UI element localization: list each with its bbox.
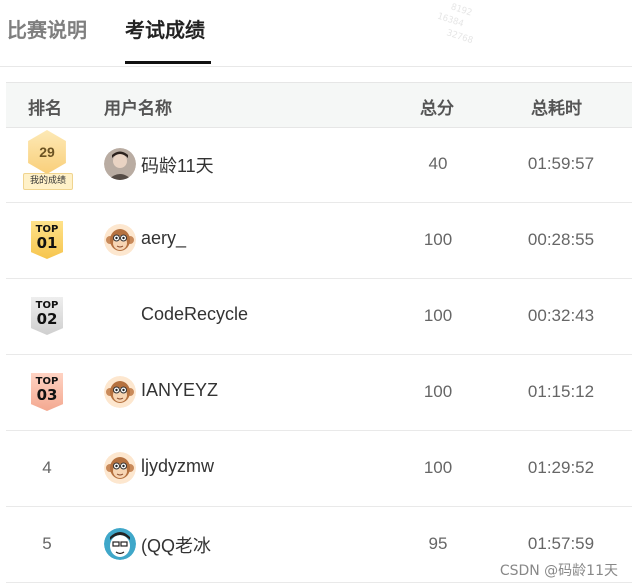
time-value: 01:57:59 xyxy=(527,534,595,553)
table-row: TOP 02 CodeRecycle 100 00:32:43 xyxy=(6,279,632,355)
username-link[interactable]: CodeRecycle xyxy=(141,304,248,325)
table-row: TOP 03 IANYEYZ 100 01:15:12 xyxy=(6,355,632,431)
score-value: 100 xyxy=(423,306,453,325)
header-user: 用户名称 xyxy=(104,99,172,119)
monkey-avatar[interactable] xyxy=(104,452,136,484)
score-value: 100 xyxy=(423,458,453,477)
rank-number: 5 xyxy=(42,534,52,553)
table-row: TOP 01 aery_ 100 00:28:55 xyxy=(6,203,632,279)
username-link[interactable]: IANYEYZ xyxy=(141,380,218,401)
score-value: 100 xyxy=(423,382,453,401)
rank-cell: TOP 03 xyxy=(6,355,88,430)
time-value: 00:28:55 xyxy=(527,230,595,249)
badge-number: 03 xyxy=(36,386,58,404)
rank-cell: TOP 01 xyxy=(6,203,88,278)
time-value: 01:59:57 xyxy=(527,154,595,173)
table-header: 排名 用户名称 总分 总耗时 xyxy=(6,82,632,128)
rank-cell: 5 xyxy=(6,507,88,582)
badge-number: 01 xyxy=(36,234,58,252)
rank-cell: 4 xyxy=(6,431,88,506)
score-value: 95 xyxy=(428,534,448,553)
time-value: 01:29:52 xyxy=(527,458,595,477)
username-link[interactable]: ljydyzmw xyxy=(141,456,214,477)
watermark-credit: CSDN @码龄11天 xyxy=(499,563,618,579)
monkey-avatar[interactable] xyxy=(104,224,136,256)
table-row-mine: 29 我的成绩 码龄11天 40 01:59:57 xyxy=(6,127,632,203)
rank-cell: TOP 02 xyxy=(6,279,88,354)
my-rank-number: 29 xyxy=(39,144,55,160)
monkey-avatar[interactable] xyxy=(104,376,136,408)
cartoon-avatar[interactable] xyxy=(104,528,136,560)
time-value: 01:15:12 xyxy=(527,382,595,401)
top3-badge-icon: TOP 03 xyxy=(31,373,63,411)
header-rank: 排名 xyxy=(28,99,62,119)
tab-rules[interactable]: 比赛说明 xyxy=(7,14,87,43)
badge-number: 02 xyxy=(36,310,58,328)
header-score: 总分 xyxy=(420,99,454,119)
my-rank-badge: 29 我的成绩 xyxy=(23,130,73,190)
user-photo-avatar[interactable] xyxy=(104,148,136,180)
username-link[interactable]: 码龄11天 xyxy=(141,152,214,178)
table-row: 4 ljydyzmw 100 01:29:52 xyxy=(6,431,632,507)
tab-scores[interactable]: 考试成绩 xyxy=(125,14,205,43)
username-link[interactable]: aery_ xyxy=(141,228,186,249)
rank-number: 4 xyxy=(42,458,52,477)
active-tab-underline xyxy=(125,61,211,64)
top1-badge-icon: TOP 01 xyxy=(31,221,63,259)
time-value: 00:32:43 xyxy=(527,306,595,325)
score-value: 40 xyxy=(428,154,448,173)
score-value: 100 xyxy=(423,230,453,249)
rank-cell: 29 我的成绩 xyxy=(6,127,88,202)
username-link[interactable]: (QQ老冰 xyxy=(141,532,211,558)
tab-bar: 比赛说明 考试成绩 xyxy=(0,0,632,67)
my-score-label: 我的成绩 xyxy=(23,173,73,190)
top2-badge-icon: TOP 02 xyxy=(31,297,63,335)
header-time: 总耗时 xyxy=(531,99,582,119)
